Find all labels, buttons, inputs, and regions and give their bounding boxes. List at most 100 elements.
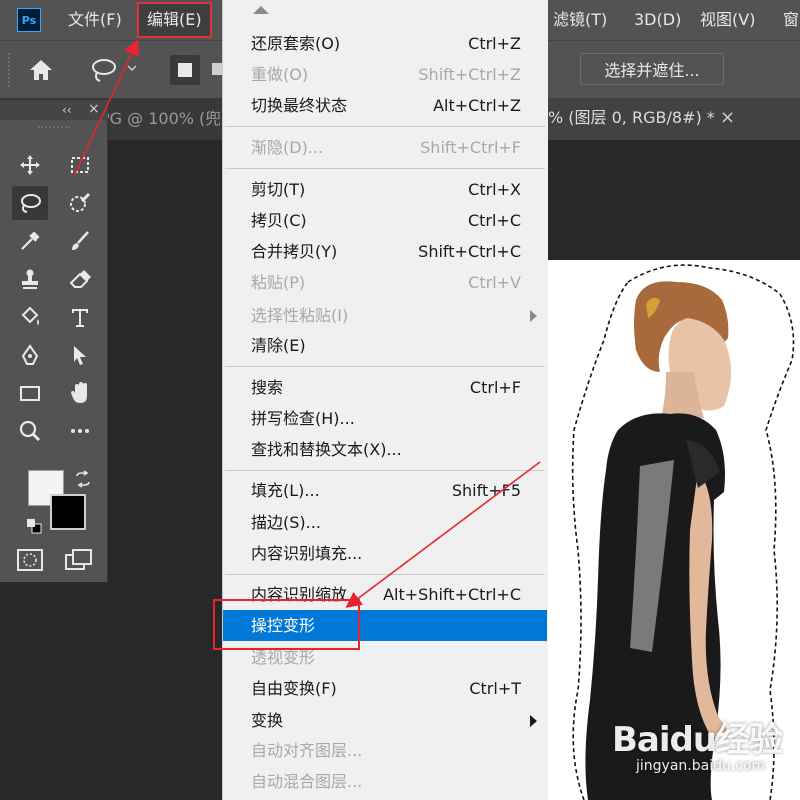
woman-photo — [571, 264, 795, 800]
document-tab-left[interactable]: PG @ 100% (兜 — [100, 98, 220, 140]
menu-item-content-aware-scale[interactable]: 内容识别缩放 Alt+Shift+Ctrl+C — [223, 579, 547, 610]
type-icon[interactable] — [62, 300, 98, 334]
menu-item-label: 填充(L)... — [251, 481, 320, 500]
collapse-panel-icon[interactable]: ‹‹ — [62, 103, 72, 117]
menu-item-label: 拼写检查(H)... — [251, 409, 355, 428]
menu-item-label: 粘贴(P) — [251, 273, 306, 292]
options-bar-grip[interactable] — [8, 53, 14, 87]
menu-edit[interactable]: 编辑(E) — [137, 2, 212, 38]
lasso-icon[interactable] — [88, 55, 140, 85]
scroll-up-arrow-icon[interactable] — [253, 6, 269, 14]
menu-item-shortcut: Ctrl+V — [468, 273, 521, 292]
menu-item-label: 内容识别填充... — [251, 544, 363, 563]
menu-item-puppet-warp[interactable]: 操控变形 — [223, 610, 547, 641]
menu-item-copy[interactable]: 拷贝(C) Ctrl+C — [223, 205, 547, 236]
menu-item-paste-special: 选择性粘贴(I) — [223, 300, 547, 331]
submenu-arrow-icon — [530, 310, 537, 322]
menu-item-label: 选择性粘贴(I) — [251, 306, 349, 325]
hand-icon[interactable] — [62, 376, 98, 410]
menu-item-undo-lasso[interactable]: 还原套索(O) Ctrl+Z — [223, 28, 547, 59]
menu-item-shortcut: Shift+F5 — [451, 481, 521, 500]
paint-bucket-icon[interactable] — [12, 300, 48, 334]
menu-item-fade: 渐隐(D)... Shift+Ctrl+F — [223, 132, 547, 163]
marquee-icon[interactable] — [62, 148, 98, 182]
menu-item-auto-blend-layers: 自动混合图层... — [223, 766, 547, 797]
menu-item-copy-merged[interactable]: 合并拷贝(Y) Shift+Ctrl+C — [223, 236, 547, 267]
menu-item-spell-check[interactable]: 拼写检查(H)... — [223, 403, 547, 434]
menu-3d[interactable]: 3D(D) — [634, 0, 681, 40]
rectangle-icon[interactable] — [12, 376, 48, 410]
new-selection-icon[interactable] — [170, 55, 200, 85]
menu-item-shortcut: Shift+Ctrl+Z — [418, 65, 521, 84]
swap-colors-icon[interactable] — [74, 470, 92, 488]
menu-item-shortcut: Alt+Ctrl+Z — [433, 96, 521, 115]
menu-window[interactable]: 窗 — [783, 0, 799, 40]
menu-item-label: 内容识别缩放 — [251, 585, 348, 604]
default-colors-icon[interactable] — [26, 518, 42, 534]
menu-item-shortcut: Alt+Shift+Ctrl+C — [383, 585, 521, 604]
edit-menu-dropdown: 还原套索(O) Ctrl+Z 重做(O) Shift+Ctrl+Z 切换最终状态… — [222, 0, 548, 800]
menu-item-content-aware-fill[interactable]: 内容识别填充... — [223, 538, 547, 569]
menu-item-label: 切换最终状态 — [251, 96, 348, 115]
menu-item-label: 还原套索(O) — [251, 34, 341, 53]
add-selection-icon[interactable] — [208, 55, 222, 85]
menu-item-redo: 重做(O) Shift+Ctrl+Z — [223, 59, 547, 90]
background-color-swatch[interactable] — [50, 494, 86, 530]
menu-item-label: 重做(O) — [251, 65, 309, 84]
menu-separator — [225, 574, 545, 575]
menu-item-search[interactable]: 搜索 Ctrl+F — [223, 372, 547, 403]
brush-icon[interactable] — [62, 224, 98, 258]
menu-item-shortcut: Ctrl+T — [469, 679, 521, 698]
menu-item-fill[interactable]: 填充(L)... Shift+F5 — [223, 475, 547, 506]
menu-item-label: 搜索 — [251, 378, 284, 397]
menu-item-label: 自动对齐图层... — [251, 741, 363, 760]
tab-close-icon[interactable]: × — [720, 98, 735, 138]
menu-item-label: 描边(S)... — [251, 513, 321, 532]
menu-item-clear[interactable]: 清除(E) — [223, 330, 547, 361]
home-icon[interactable] — [26, 55, 56, 85]
pen-icon[interactable] — [12, 338, 48, 372]
select-and-mask-button[interactable]: 选择并遮住... — [580, 53, 724, 85]
menu-item-toggle-last-state[interactable]: 切换最终状态 Alt+Ctrl+Z — [223, 90, 547, 121]
stamp-icon[interactable] — [12, 262, 48, 296]
lasso-tool-icon[interactable] — [12, 186, 48, 220]
menu-separator — [225, 126, 545, 127]
path-select-icon[interactable] — [62, 338, 98, 372]
move-icon[interactable] — [12, 148, 48, 182]
photoshop-logo-icon: Ps — [17, 8, 41, 32]
menu-view[interactable]: 视图(V) — [700, 0, 755, 40]
menu-item-label: 合并拷贝(Y) — [251, 242, 338, 261]
eyedropper-icon[interactable] — [12, 224, 48, 258]
menu-item-label: 自由变换(F) — [251, 679, 337, 698]
close-panel-icon[interactable]: × — [88, 101, 100, 117]
quick-mask-icon[interactable] — [16, 548, 44, 572]
screen-mode-icon[interactable] — [64, 548, 94, 572]
menu-file[interactable]: 文件(F) — [68, 0, 122, 40]
menu-separator — [225, 168, 545, 169]
menu-item-label: 自动混合图层... — [251, 772, 363, 791]
quick-select-icon[interactable] — [62, 186, 98, 220]
menu-item-shortcut: Ctrl+F — [469, 378, 521, 397]
zoom-icon[interactable] — [12, 414, 48, 448]
eraser-icon[interactable] — [62, 262, 98, 296]
menu-item-label: 剪切(T) — [251, 180, 306, 199]
menu-item-shortcut: Shift+Ctrl+C — [418, 242, 521, 261]
tools-panel-grip[interactable] — [38, 126, 70, 132]
menu-item-auto-align-layers: 自动对齐图层... — [223, 735, 547, 766]
menu-filter[interactable]: 滤镜(T) — [553, 0, 607, 40]
menu-item-transform[interactable]: 变换 — [223, 705, 547, 736]
tools-panel: ‹‹ × — [0, 100, 108, 582]
menu-item-stroke[interactable]: 描边(S)... — [223, 507, 547, 538]
image-canvas[interactable] — [548, 260, 800, 800]
menu-item-label: 查找和替换文本(X)... — [251, 440, 402, 459]
menu-item-shortcut: Ctrl+X — [468, 180, 521, 199]
menu-item-find-replace[interactable]: 查找和替换文本(X)... — [223, 434, 547, 465]
menu-item-cut[interactable]: 剪切(T) Ctrl+X — [223, 174, 547, 205]
document-tab-active[interactable]: % (图层 0, RGB/8#) * × — [548, 98, 800, 140]
document-tab-title: % (图层 0, RGB/8#) * — [548, 108, 715, 127]
more-tools-icon[interactable] — [62, 414, 98, 448]
menu-item-shortcut: Shift+Ctrl+F — [420, 138, 521, 157]
menu-item-free-transform[interactable]: 自由变换(F) Ctrl+T — [223, 673, 547, 704]
menu-item-label: 拷贝(C) — [251, 211, 307, 230]
submenu-arrow-icon — [530, 715, 537, 727]
